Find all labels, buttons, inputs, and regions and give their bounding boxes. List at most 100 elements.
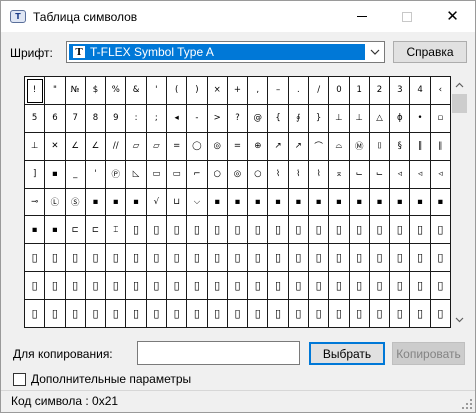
symbol-cell[interactable]: ▯ <box>390 300 411 328</box>
symbol-cell[interactable]: ▱ <box>146 132 167 161</box>
symbol-cell[interactable]: ▪ <box>329 188 350 217</box>
symbol-cell[interactable]: ‹ <box>430 77 451 105</box>
symbol-cell[interactable]: ' <box>146 77 167 105</box>
symbol-cell[interactable]: ▯ <box>227 244 249 273</box>
symbol-cell[interactable]: , <box>248 77 269 105</box>
symbol-cell[interactable]: ⌅ <box>329 160 350 189</box>
symbol-cell[interactable]: / <box>309 77 330 105</box>
symbol-cell[interactable]: _ <box>65 160 86 189</box>
symbol-cell[interactable]: ▪ <box>227 188 249 217</box>
symbol-cell[interactable]: Ⓟ <box>106 160 127 189</box>
symbol-cell[interactable]: ▯ <box>25 300 46 328</box>
symbol-cell[interactable]: ▯ <box>329 244 350 273</box>
symbol-cell[interactable]: ▯ <box>146 272 167 301</box>
symbol-cell[interactable]: ▯ <box>248 300 269 328</box>
symbol-cell[interactable]: ; <box>146 104 167 133</box>
symbol-cell[interactable]: ⌒ <box>309 132 330 161</box>
symbol-cell[interactable]: ▯ <box>167 216 188 245</box>
symbol-cell[interactable]: ▯ <box>25 272 46 301</box>
symbol-cell[interactable]: ∠ <box>65 132 86 161</box>
symbol-cell[interactable]: ▯ <box>288 272 309 301</box>
symbol-cell[interactable]: ⌐ <box>187 160 208 189</box>
symbol-cell[interactable]: ▯ <box>146 216 167 245</box>
symbol-cell[interactable]: ○ <box>248 160 269 189</box>
advanced-options-label[interactable]: Дополнительные параметры <box>31 372 191 386</box>
symbol-cell[interactable]: ▯ <box>248 216 269 245</box>
symbol-cell[interactable]: // <box>106 132 127 161</box>
symbol-cell[interactable]: ▯ <box>146 244 167 273</box>
symbol-cell[interactable]: = <box>167 132 188 161</box>
symbol-cell[interactable]: ▯ <box>268 216 289 245</box>
symbol-cell[interactable]: ▭ <box>146 160 167 189</box>
copy-input[interactable] <box>137 341 300 365</box>
symbol-cell[interactable]: ▯ <box>126 272 147 301</box>
symbol-cell[interactable]: ▯ <box>288 300 309 328</box>
symbol-cell[interactable]: № <box>65 77 86 105</box>
symbol-cell[interactable]: ◂ <box>167 104 188 133</box>
symbol-cell[interactable]: ⌇ <box>288 160 309 189</box>
symbol-cell[interactable]: ◎ <box>207 132 228 161</box>
symbol-cell[interactable]: ▯ <box>207 300 228 328</box>
symbol-cell[interactable]: Ⓜ <box>349 132 370 161</box>
symbol-cell[interactable]: ◺ <box>126 160 147 189</box>
symbol-cell[interactable]: ⊸ <box>25 188 46 217</box>
symbol-cell[interactable]: ▯ <box>45 300 66 328</box>
symbol-cell[interactable]: ▯ <box>207 216 228 245</box>
select-button[interactable]: Выбрать <box>309 342 385 365</box>
symbol-cell[interactable]: 6 <box>45 104 66 133</box>
symbol-cell[interactable]: ▯ <box>369 300 391 328</box>
symbol-cell[interactable]: 7 <box>65 104 86 133</box>
symbol-cell[interactable]: ▯ <box>106 300 127 328</box>
advanced-options[interactable]: Дополнительные параметры <box>13 372 191 386</box>
symbol-cell[interactable]: ▯ <box>268 300 289 328</box>
symbol-cell[interactable]: ▪ <box>45 216 66 245</box>
symbol-cell[interactable]: ▯ <box>106 244 127 273</box>
symbol-cell[interactable]: ⊏ <box>85 216 107 245</box>
symbol-cell[interactable]: } <box>309 104 330 133</box>
symbol-cell[interactable]: ▯ <box>207 272 228 301</box>
symbol-cell[interactable]: ▯ <box>430 272 451 301</box>
symbol-cell[interactable]: ▯ <box>45 272 66 301</box>
symbol-cell[interactable]: ⌵ <box>187 188 208 217</box>
symbol-cell[interactable]: ▯ <box>349 216 370 245</box>
symbol-cell[interactable]: ▯ <box>248 272 269 301</box>
symbol-cell[interactable]: ▯ <box>65 272 86 301</box>
symbol-cell[interactable]: ▪ <box>349 188 370 217</box>
symbol-cell[interactable]: & <box>126 77 147 105</box>
symbol-cell[interactable]: ▯ <box>309 216 330 245</box>
symbol-cell[interactable]: ▯ <box>410 216 431 245</box>
symbol-cell[interactable]: ▯ <box>85 300 107 328</box>
symbol-cell[interactable]: ⌷ <box>369 132 391 161</box>
symbol-cell[interactable]: ▪ <box>45 160 66 189</box>
symbol-cell[interactable]: ( <box>167 77 188 105</box>
symbol-cell[interactable]: ▯ <box>187 244 208 273</box>
symbol-cell[interactable]: ▯ <box>65 300 86 328</box>
symbol-cell[interactable]: △ <box>369 104 391 133</box>
symbol-cell[interactable]: ▯ <box>126 216 147 245</box>
symbol-cell[interactable]: ✕ <box>45 132 66 161</box>
symbol-cell[interactable]: ▯ <box>369 244 391 273</box>
symbol-cell[interactable]: 4 <box>410 77 431 105</box>
symbol-cell[interactable]: ▯ <box>268 272 289 301</box>
symbol-cell[interactable]: ▯ <box>187 300 208 328</box>
symbol-cell[interactable]: : <box>126 104 147 133</box>
symbol-cell[interactable]: > <box>207 104 228 133</box>
symbol-cell[interactable]: % <box>106 77 127 105</box>
symbol-cell[interactable]: ▯ <box>410 244 431 273</box>
symbol-cell[interactable]: = <box>227 132 249 161</box>
help-button[interactable]: Справка <box>393 41 467 63</box>
symbol-cell[interactable]: ⌇ <box>309 160 330 189</box>
symbol-cell[interactable]: √ <box>146 188 167 217</box>
symbol-cell[interactable]: ▪ <box>207 188 228 217</box>
symbol-cell[interactable]: 2 <box>369 77 391 105</box>
symbol-cell[interactable]: ▫ <box>430 104 451 133</box>
symbol-cell[interactable]: 0 <box>329 77 350 105</box>
symbol-cell[interactable]: ∥ <box>430 132 451 161</box>
symbol-cell[interactable]: ▯ <box>309 300 330 328</box>
symbol-cell[interactable]: ▪ <box>25 216 46 245</box>
symbol-cell[interactable]: ▯ <box>146 300 167 328</box>
vertical-scrollbar[interactable] <box>451 76 468 328</box>
symbol-cell[interactable]: 3 <box>390 77 411 105</box>
symbol-cell[interactable]: ◯ <box>187 132 208 161</box>
chevron-down-icon[interactable] <box>367 43 383 61</box>
